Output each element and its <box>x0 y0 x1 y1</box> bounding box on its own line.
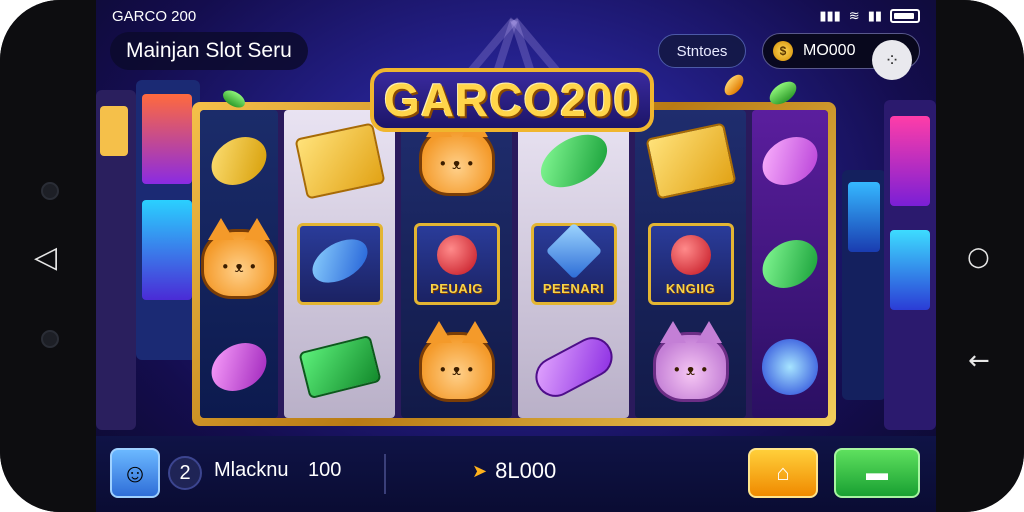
arcade-machine <box>884 100 936 430</box>
slot-machine: • ᴥ • • ᴥ • PEUAIG • ᴥ • PEENARI KNGIIG … <box>192 102 836 426</box>
home-button[interactable]: ⌂ <box>748 448 818 498</box>
reels-area: • ᴥ • • ᴥ • PEUAIG • ᴥ • PEENARI KNGIIG … <box>200 110 828 418</box>
spin-button[interactable]: ▬ <box>834 448 920 498</box>
arcade-machine <box>842 170 886 400</box>
blue-gem-card-symbol <box>296 222 383 305</box>
back-arrow-icon[interactable]: ← <box>968 346 990 376</box>
left-bezel: ◁ <box>0 0 96 512</box>
game-logo: GARCO200 <box>370 68 654 132</box>
menu-button[interactable]: ⁘ <box>872 40 912 80</box>
signal-icon: ▮▮ <box>867 8 882 24</box>
capsule-symbol <box>527 326 620 408</box>
machine-value: 100 <box>308 459 342 481</box>
arcade-machine <box>136 80 200 360</box>
cash-symbol <box>297 326 383 408</box>
spin-icon: ▬ <box>866 460 888 485</box>
reel-left-edge[interactable]: • ᴥ • <box>200 110 278 418</box>
cat-symbol: • ᴥ • <box>648 320 734 408</box>
gold-gem-symbol <box>200 120 282 202</box>
bet-amount: ➤ 8L000 <box>472 458 556 484</box>
status-icons: ▮▮▮ ≋ ▮▮ <box>819 9 920 24</box>
reel-1[interactable] <box>284 110 395 418</box>
blue-gem-symbol <box>747 326 828 408</box>
reel-label: PEUAIG <box>430 280 483 296</box>
cherry-card-symbol: PEUAIG <box>413 222 500 305</box>
page-title: Mainjan Slot Seru <box>110 32 308 70</box>
front-camera-icon <box>41 182 59 200</box>
phone-frame: ◁ ○ ← GARCO 200 ▮▮▮ ≋ ▮▮ Mainjan Slot Se… <box>0 0 1024 512</box>
coin-icon: $ <box>773 41 793 61</box>
cat-symbol: • ᴥ • <box>414 115 500 202</box>
reel-label: PEENARI <box>542 280 605 296</box>
arrow-icon: ➤ <box>472 460 488 482</box>
cherry-card-symbol: KNGIIG <box>647 222 734 305</box>
reel-2[interactable]: • ᴥ • PEUAIG • ᴥ • <box>401 110 512 418</box>
status-left-text: GARCO 200 <box>112 7 197 25</box>
home-icon: ⌂ <box>776 460 790 485</box>
menu-dots-icon: ⁘ <box>884 49 900 71</box>
diamond-card-symbol: PEENARI <box>530 222 617 305</box>
wifi-icon: ≋ <box>848 8 860 24</box>
home-circle-icon[interactable]: ○ <box>967 242 990 272</box>
cat-symbol: • ᴥ • <box>414 320 500 408</box>
reel-4[interactable]: KNGIIG • ᴥ • <box>635 110 746 418</box>
level-badge: 2 <box>168 456 202 490</box>
sensor-icon <box>41 330 59 348</box>
status-bar: GARCO 200 ▮▮▮ ≋ ▮▮ <box>112 6 920 26</box>
avatar[interactable]: ☺ <box>110 448 160 498</box>
divider <box>384 454 386 494</box>
right-bezel: ○ ← <box>936 0 1024 512</box>
purple-gem-symbol <box>747 120 828 202</box>
leaf-decoration <box>720 71 748 99</box>
reel-3[interactable]: PEENARI <box>518 110 629 418</box>
status-button[interactable]: Stntoes <box>658 34 746 68</box>
battery-icon <box>890 9 920 23</box>
bet-value: 8L000 <box>495 458 557 483</box>
green-gem-symbol <box>747 223 828 305</box>
machine-label: Mlacknu <box>214 459 289 481</box>
cat-symbol: • ᴥ • <box>200 217 282 305</box>
reel-label: KNGIIG <box>665 280 716 296</box>
reel-right-edge[interactable] <box>751 110 828 418</box>
arcade-machine <box>96 90 136 430</box>
green-gem-symbol <box>531 120 617 202</box>
signal-icon: ▮▮▮ <box>819 8 841 24</box>
bottom-bar: ☺ 2 Mlacknu 100 ➤ 8L000 ⌂ ▬ <box>96 436 936 512</box>
purple-gem-symbol <box>200 326 282 408</box>
back-triangle-icon[interactable]: ◁ <box>34 240 57 275</box>
gold-box-symbol <box>644 120 737 202</box>
game-screen: GARCO 200 ▮▮▮ ≋ ▮▮ Mainjan Slot Seru Stn… <box>96 0 936 512</box>
gold-box-symbol <box>293 120 386 202</box>
